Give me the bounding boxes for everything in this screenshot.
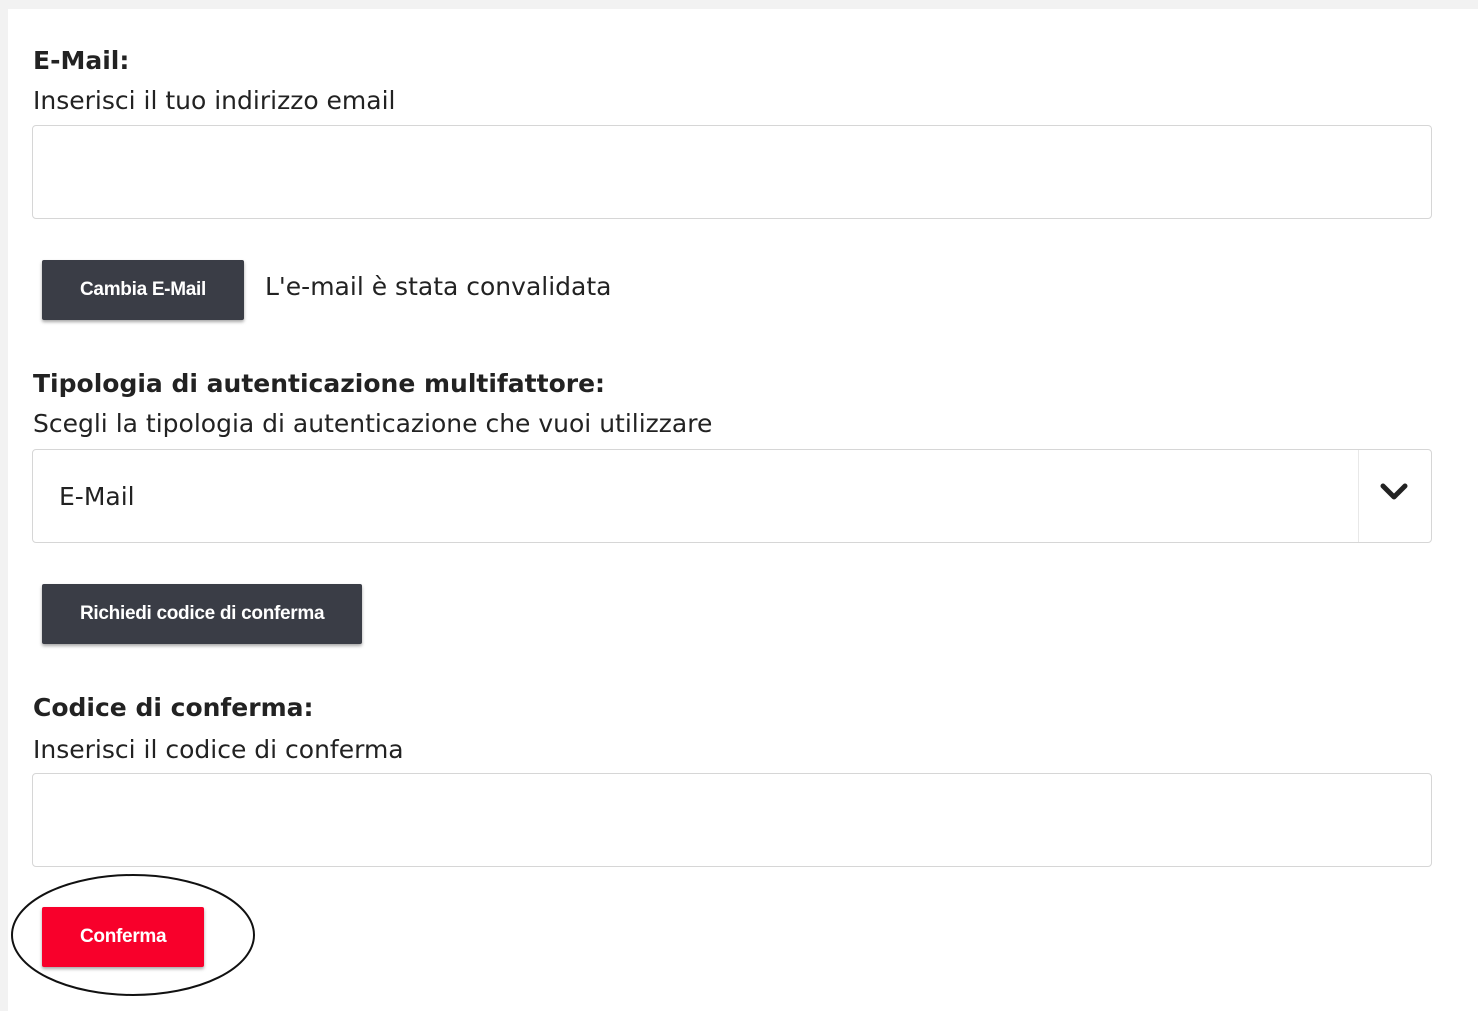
change-email-button[interactable]: Cambia E-Mail xyxy=(42,260,244,320)
email-validated-status: L'e-mail è stata convalidata xyxy=(265,272,612,301)
mfa-type-selected-value: E-Mail xyxy=(59,482,135,511)
confirmation-code-input[interactable] xyxy=(32,773,1432,867)
confirmation-code-description: Inserisci il codice di conferma xyxy=(33,735,404,764)
mfa-settings-panel: E-Mail: Inserisci il tuo indirizzo email… xyxy=(8,9,1478,1011)
confirmation-code-title: Codice di conferma: xyxy=(33,693,314,722)
confirm-button[interactable]: Conferma xyxy=(42,907,205,967)
mfa-type-select[interactable]: E-Mail xyxy=(32,449,1432,543)
email-description: Inserisci il tuo indirizzo email xyxy=(33,86,396,115)
email-title: E-Mail: xyxy=(33,46,130,75)
chevron-down-icon[interactable] xyxy=(1379,480,1409,504)
mfa-type-title: Tipologia di autenticazione multifattore… xyxy=(33,369,606,398)
request-code-button[interactable]: Richiedi codice di conferma xyxy=(42,584,363,644)
email-input[interactable] xyxy=(32,125,1432,219)
select-divider xyxy=(1358,450,1359,542)
mfa-type-description: Scegli la tipologia di autenticazione ch… xyxy=(33,409,713,438)
